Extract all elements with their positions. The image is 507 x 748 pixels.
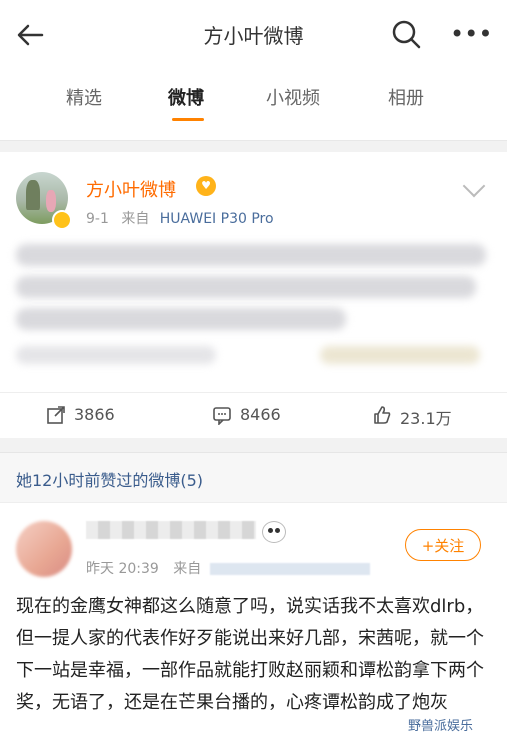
like-icon[interactable] — [372, 405, 392, 425]
verified-badge-icon — [52, 210, 72, 230]
more-icon[interactable]: ••• — [450, 22, 492, 46]
liked-post: 昨天 20:39 来自 +关注 现在的金鹰女神都这么随意了吗，说实话我不太喜欢d… — [0, 502, 507, 748]
blurred-text-line — [16, 346, 216, 364]
liked-section-title[interactable]: 她12小时前赞过的微博(5) — [16, 467, 203, 491]
divider-strip — [0, 124, 507, 141]
post-author[interactable]: 方小叶微博 — [86, 176, 176, 202]
tab-bar: 精选 微博 小视频 相册 — [0, 68, 507, 125]
post-date: 9-1 — [86, 211, 109, 227]
liked-post-body: 现在的金鹰女神都这么随意了吗，说实话我不太喜欢dlrb，但一提人家的代表作好歹能… — [16, 596, 484, 713]
like-count[interactable]: 23.1万 — [400, 405, 452, 429]
avatar-person — [46, 190, 56, 212]
liked-post-meta: 昨天 20:39 来自 — [86, 558, 370, 578]
post-source[interactable]: HUAWEI P30 Pro — [160, 211, 274, 227]
blurred-text-line — [320, 346, 480, 364]
active-tab-indicator — [172, 118, 204, 121]
chevron-down-icon[interactable] — [462, 174, 486, 198]
search-icon[interactable] — [390, 18, 422, 50]
vip-icon: ♥ — [196, 176, 216, 196]
blurred-source — [209, 563, 370, 575]
tab-short-video[interactable]: 小视频 — [266, 84, 320, 110]
panda-icon — [262, 521, 286, 543]
watermark: 野兽派娱乐 — [408, 719, 474, 734]
blurred-text-line — [16, 308, 346, 330]
tab-weibo[interactable]: 微博 — [168, 84, 204, 110]
tab-album[interactable]: 相册 — [388, 84, 424, 110]
page-title: 方小叶微博 — [203, 24, 304, 48]
post-meta: 9-1 来自 HUAWEI P30 Pro — [86, 208, 274, 228]
avatar[interactable] — [16, 521, 72, 577]
repost-icon[interactable] — [46, 405, 66, 425]
repost-count[interactable]: 3866 — [74, 405, 115, 424]
blurred-text-line — [16, 244, 486, 266]
tab-featured[interactable]: 精选 — [66, 84, 102, 110]
comment-count[interactable]: 8466 — [240, 405, 281, 424]
top-bar: 方小叶微博 ••• — [0, 0, 507, 68]
liked-post-time: 昨天 20:39 — [86, 561, 159, 577]
post-card: 方小叶微博 ♥ 9-1 来自 HUAWEI P30 Pro 3866 8466 … — [0, 152, 507, 438]
action-bar: 3866 8466 23.1万 — [0, 392, 507, 437]
follow-button[interactable]: +关注 — [405, 529, 481, 561]
liked-section-header: 她12小时前赞过的微博(5) — [0, 452, 507, 503]
blurred-username[interactable] — [86, 521, 256, 539]
source-prefix: 来自 — [173, 561, 202, 577]
source-prefix: 来自 — [121, 211, 150, 227]
comment-icon[interactable] — [212, 405, 232, 425]
blurred-text-line — [16, 276, 476, 298]
avatar-tree — [26, 180, 40, 210]
